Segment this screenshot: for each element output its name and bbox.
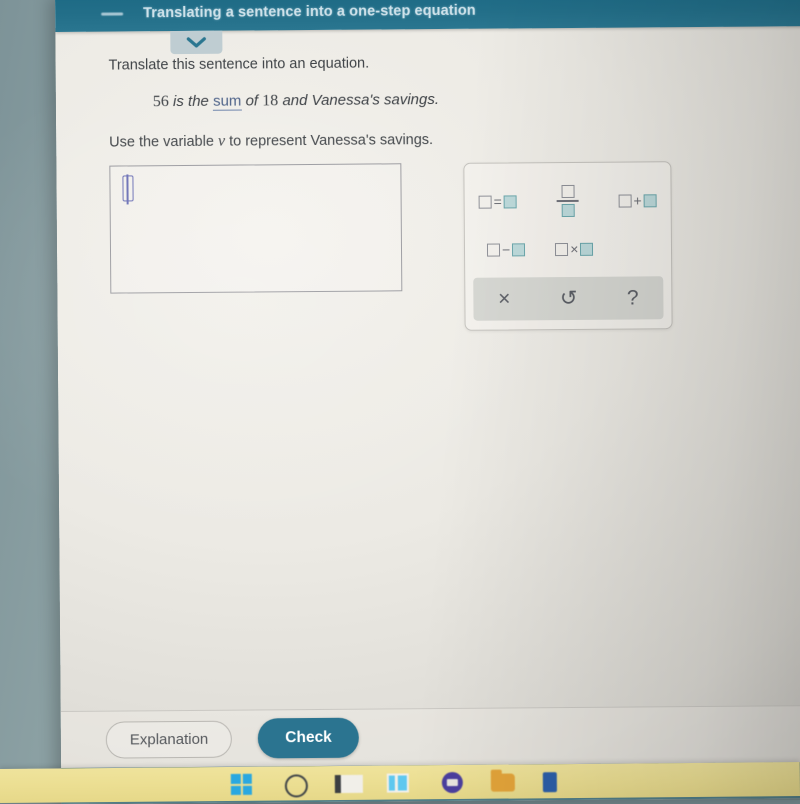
application-window: Translating a sentence into a one-step e…	[55, 0, 800, 804]
empty-box-icon	[478, 195, 492, 209]
numerator-box-icon	[560, 184, 575, 198]
keypad-row-1: = +	[464, 176, 670, 226]
screen-area: Translating a sentence into a one-step e…	[55, 0, 800, 804]
fraction-template-button[interactable]	[556, 184, 579, 218]
question-content: Translate this sentence into an equation…	[55, 26, 800, 712]
file-explorer-icon[interactable]	[334, 771, 363, 795]
teams-icon[interactable]	[386, 770, 413, 794]
os-taskbar	[0, 762, 800, 803]
filled-box-icon	[580, 242, 594, 256]
keypad-toolbar: × ↺ ?	[473, 276, 664, 321]
search-icon[interactable]	[283, 771, 309, 798]
sentence-to-translate: 56 is the sum of 18 and Vanessa's saving…	[153, 88, 768, 111]
sentence-number-2: 18	[262, 92, 279, 110]
filled-box-icon	[512, 242, 526, 256]
fraction-bar	[556, 199, 579, 202]
windows-start-icon[interactable]	[230, 772, 257, 796]
sentence-text-3: and Vanessa's savings.	[278, 90, 440, 110]
variable-instruction: Use the variable v to represent Vanessa'…	[109, 128, 768, 151]
variable-text-after: to represent Vanessa's savings.	[225, 132, 434, 150]
folder-icon[interactable]	[490, 769, 517, 793]
media-app-icon[interactable]	[439, 770, 465, 794]
equation-template-button[interactable]: =	[478, 193, 517, 210]
undo-icon[interactable]: ↺	[550, 286, 588, 311]
sentence-text-1: is the	[172, 92, 214, 111]
answer-input[interactable]	[109, 163, 403, 294]
multiplication-template-button[interactable]: ×	[555, 240, 594, 257]
variable-text-before: Use the variable	[109, 133, 219, 151]
instruction-text: Translate this sentence into an equation…	[108, 55, 370, 74]
empty-box-icon	[486, 243, 501, 257]
sentence-number-1: 56	[152, 93, 169, 111]
sum-term-link[interactable]: sum	[212, 92, 242, 111]
page-title: Translating a sentence into a one-step e…	[143, 2, 476, 22]
addition-template-button[interactable]: +	[618, 192, 657, 209]
equals-operator: =	[493, 193, 502, 210]
filled-box-icon	[643, 193, 657, 207]
clear-icon[interactable]: ×	[488, 286, 520, 311]
hamburger-icon[interactable]	[101, 6, 124, 20]
answer-area: = + − × × ↺ ?	[109, 160, 769, 333]
filled-box-icon	[503, 194, 517, 208]
math-caret-placeholder	[122, 175, 134, 202]
subtraction-template-button[interactable]: −	[486, 241, 526, 258]
photo-background: Translating a sentence into a one-step e…	[0, 0, 800, 804]
times-operator: ×	[570, 240, 579, 257]
math-keypad-panel: = + − × × ↺ ?	[463, 161, 673, 331]
plus-operator: +	[633, 192, 642, 209]
check-button[interactable]: Check	[258, 717, 359, 759]
denominator-box-icon	[561, 204, 575, 218]
fraction-stack	[556, 184, 579, 218]
explanation-button[interactable]: Explanation	[105, 720, 233, 759]
keypad-row-2: − ×	[465, 224, 671, 274]
empty-box-icon	[555, 242, 569, 256]
minus-operator: −	[501, 241, 511, 258]
action-bar: Explanation Check	[60, 705, 800, 768]
sentence-text-2: of	[241, 92, 263, 110]
help-icon[interactable]: ?	[617, 285, 649, 310]
edge-icon[interactable]	[542, 769, 569, 793]
empty-box-icon	[618, 193, 632, 208]
